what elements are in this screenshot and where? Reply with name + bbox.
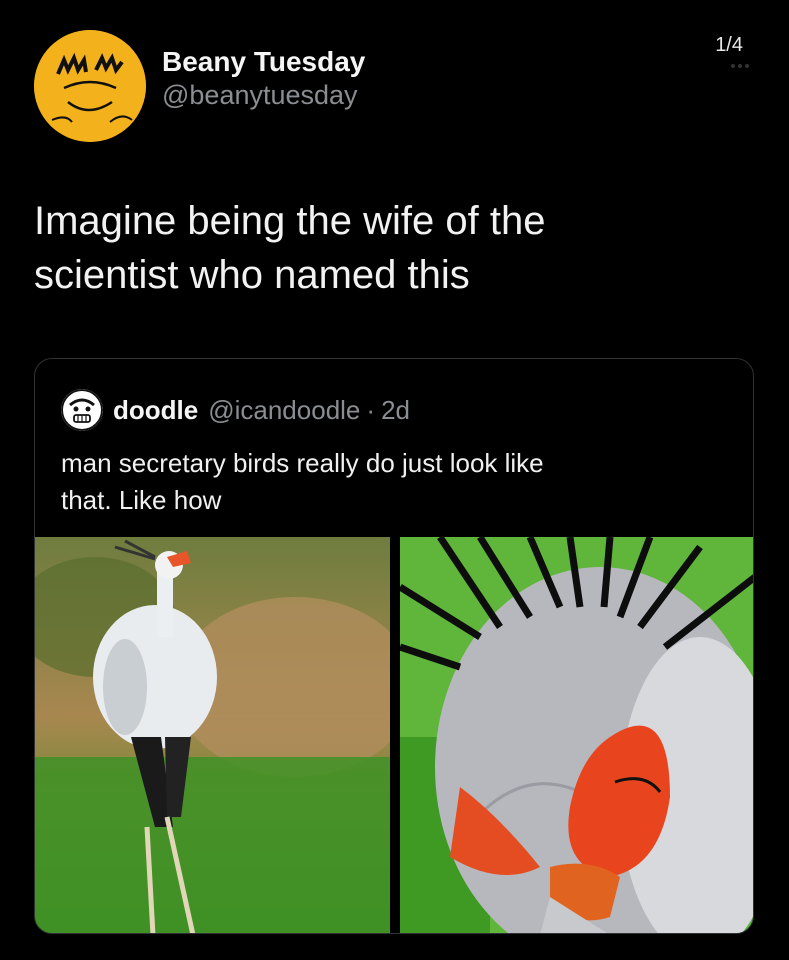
quoted-text-line: man secretary birds really do just look … <box>61 448 544 478</box>
quoted-handle[interactable]: @icandoodle <box>208 395 360 426</box>
quoted-text-line: that. Like how <box>61 485 222 515</box>
quoted-timestamp[interactable]: 2d <box>381 395 410 426</box>
secretary-bird-full-body-image[interactable] <box>35 537 390 933</box>
separator-dot: · <box>366 394 376 425</box>
quoted-tweet-text: man secretary birds really do just look … <box>61 445 721 519</box>
quoted-tweet-card[interactable]: doodle @icandoodle · 2d man secretary bi… <box>34 358 754 934</box>
author-handle[interactable]: @beanytuesday <box>162 79 365 113</box>
tweet-text-line: scientist who named this <box>34 253 470 297</box>
tweet-text: Imagine being the wife of the scientist … <box>34 194 734 302</box>
tweet-text-line: Imagine being the wife of the <box>34 199 546 243</box>
tweet-header: Beany Tuesday @beanytuesday <box>34 30 365 142</box>
quoted-avatar[interactable] <box>61 389 103 431</box>
more-options-dots-icon[interactable] <box>731 64 749 68</box>
quoted-tweet-header: doodle @icandoodle · 2d <box>61 389 410 431</box>
quoted-display-name[interactable]: doodle <box>113 395 198 426</box>
author-display-name[interactable]: Beany Tuesday <box>162 44 365 79</box>
cartoon-avatar-icon <box>34 30 146 142</box>
page-counter: 1/4 <box>715 34 743 56</box>
media-grid <box>35 537 753 933</box>
doodle-face-icon <box>61 389 103 431</box>
avatar[interactable] <box>34 30 146 142</box>
secretary-bird-face-closeup-image[interactable] <box>400 537 753 933</box>
